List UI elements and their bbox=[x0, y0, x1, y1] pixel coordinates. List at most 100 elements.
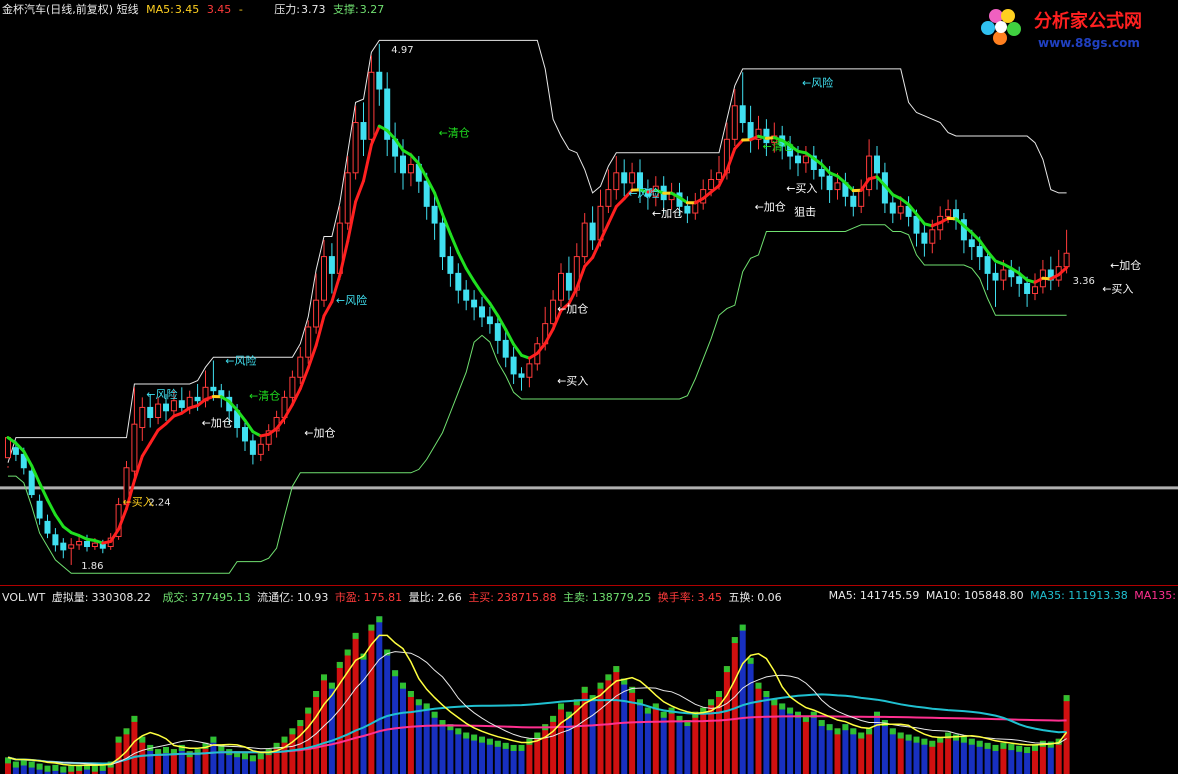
candle-body bbox=[297, 356, 304, 378]
volume-bar-cap bbox=[242, 753, 248, 760]
volume-bar-cap bbox=[281, 736, 288, 743]
volume-bar-cap bbox=[210, 736, 217, 743]
chart-window: 金杯汽车(日线,前复权) 短线 MA5:3.45 3.45 - 压力:3.73 … bbox=[0, 0, 1178, 774]
volume-bar bbox=[795, 711, 801, 774]
volume-bar-cap bbox=[344, 649, 351, 656]
volume-bar bbox=[360, 653, 367, 774]
candle-body bbox=[866, 155, 873, 191]
volume-bar bbox=[874, 711, 880, 774]
volume-bar-cap bbox=[12, 761, 19, 768]
volume-bar-cap bbox=[44, 765, 51, 772]
candle-body bbox=[486, 316, 493, 325]
volume-bar-cap bbox=[297, 720, 304, 727]
ratio-label: 量比: bbox=[408, 591, 435, 604]
vol-ma5: MA5: 141745.59 bbox=[828, 589, 920, 602]
volume-bar bbox=[423, 703, 430, 774]
trend-layer bbox=[6, 124, 1069, 545]
volume-bar bbox=[858, 732, 865, 774]
volume-bar bbox=[392, 670, 399, 774]
candle-body bbox=[747, 122, 754, 140]
candle-body bbox=[858, 189, 865, 207]
candle-body bbox=[850, 195, 857, 207]
volume-bar bbox=[297, 720, 304, 774]
volume-bar-cap bbox=[1024, 747, 1031, 754]
signal-label: ←加仓 bbox=[557, 302, 588, 316]
candle-body bbox=[313, 299, 320, 328]
volume-bar bbox=[558, 703, 564, 774]
volume-bar bbox=[455, 728, 462, 774]
volume-bar bbox=[637, 699, 643, 774]
volume-bar bbox=[407, 691, 414, 774]
signal-label: ←风险 bbox=[336, 293, 367, 307]
volume-bar-cap bbox=[368, 624, 375, 631]
price-right-marker: 3.36 bbox=[1073, 276, 1095, 287]
volume-bar-cap bbox=[321, 674, 327, 681]
volume-bar-cap bbox=[660, 711, 667, 718]
candle-body bbox=[731, 105, 738, 140]
trend-segment bbox=[354, 179, 365, 204]
trend-segment bbox=[472, 279, 484, 295]
volume-bar bbox=[652, 703, 659, 774]
signal-label: ←买入 bbox=[557, 375, 588, 388]
candle-body bbox=[447, 256, 454, 274]
signal-label: ←风险 bbox=[628, 186, 659, 200]
candle-body bbox=[147, 406, 154, 418]
candle-body bbox=[558, 272, 564, 301]
candle-body bbox=[91, 542, 98, 548]
volume-bar bbox=[818, 720, 825, 774]
volume-bar bbox=[439, 720, 446, 774]
volume-bar-cap bbox=[494, 740, 501, 747]
trend-segment bbox=[583, 256, 595, 268]
volume-bar-cap bbox=[779, 703, 786, 710]
volume-bar-cap bbox=[392, 670, 399, 677]
candle-body bbox=[621, 172, 628, 184]
signal-label: ←清仓 bbox=[763, 139, 794, 153]
volume-bar bbox=[897, 732, 904, 774]
sell-value: 138779.25 bbox=[591, 591, 652, 604]
volume-bar bbox=[802, 715, 809, 774]
volume-bar-cap bbox=[52, 764, 59, 771]
candle-body bbox=[802, 155, 809, 164]
volume-bar bbox=[463, 732, 470, 774]
signal-label: ←加仓 bbox=[755, 199, 786, 213]
volume-bar-cap bbox=[1063, 695, 1070, 702]
buy-value: 238715.88 bbox=[497, 591, 557, 604]
candle-body bbox=[968, 239, 975, 248]
candle-body bbox=[479, 306, 485, 318]
candle-body bbox=[28, 470, 35, 496]
volume-bar-cap bbox=[644, 707, 651, 714]
candle-body bbox=[613, 172, 620, 191]
candle-body bbox=[194, 396, 201, 402]
candle-body bbox=[565, 272, 572, 291]
volume-bar-cap bbox=[518, 744, 525, 751]
volume-bar bbox=[629, 686, 636, 774]
candle-body bbox=[629, 172, 636, 184]
volume-bar bbox=[842, 724, 849, 774]
volume-bar-cap bbox=[534, 732, 541, 739]
volume-bar-cap bbox=[486, 738, 493, 745]
trend-segment bbox=[448, 232, 460, 255]
volume-bar-cap bbox=[400, 682, 406, 689]
volume-bar bbox=[668, 707, 675, 774]
volume-bar bbox=[565, 711, 572, 774]
pe-label: 市盈: bbox=[334, 591, 361, 604]
candle-body bbox=[455, 272, 462, 291]
candle-body bbox=[826, 175, 833, 191]
candle-body bbox=[984, 256, 991, 274]
volume-bar-cap bbox=[407, 691, 414, 697]
volume-bar-cap bbox=[613, 666, 620, 673]
volume-bar-cap bbox=[1008, 744, 1015, 751]
virtual-vol-label: 虚拟量: bbox=[51, 591, 89, 604]
volume-bar bbox=[328, 682, 335, 774]
candle-body bbox=[257, 443, 264, 455]
volume-bar bbox=[889, 728, 896, 774]
volume-bar-cap bbox=[723, 666, 730, 673]
volume-bar bbox=[763, 691, 770, 774]
trend-segment bbox=[614, 197, 626, 209]
volume-chart bbox=[5, 616, 1070, 774]
trend-segment bbox=[512, 342, 523, 357]
candle-body bbox=[739, 105, 746, 124]
trend-segment bbox=[836, 174, 847, 185]
candle-body bbox=[400, 155, 406, 174]
volume-bar-cap bbox=[502, 742, 509, 749]
